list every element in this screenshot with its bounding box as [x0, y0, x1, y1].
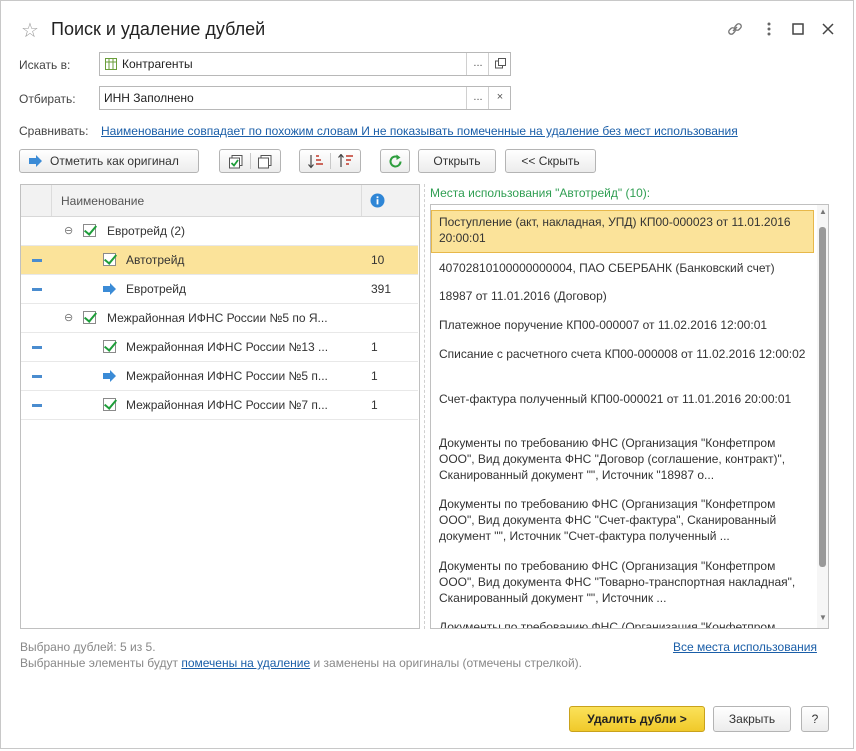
usage-item[interactable]: Счет-фактура полученный КП00-000021 от 1… — [439, 391, 807, 407]
note-text-before: Выбранные элементы будут — [20, 656, 182, 670]
close-icon[interactable] — [822, 23, 834, 35]
link-icon[interactable] — [727, 21, 743, 37]
usage-list: Поступление (акт, накладная, УПД) КП00-0… — [430, 204, 829, 629]
item-name: Межрайонная ИФНС России №7 п... — [126, 398, 328, 412]
duplicate-marker-icon — [32, 375, 42, 378]
check-group — [219, 149, 281, 173]
collapse-icon[interactable]: ⊖ — [64, 224, 73, 237]
sort-asc-icon[interactable] — [308, 154, 324, 169]
usage-count: 391 — [371, 282, 392, 296]
refresh-button[interactable] — [380, 149, 410, 173]
mark-original-label: Отметить как оригинал — [50, 154, 179, 168]
tree-group-row[interactable]: ⊖ Евротрейд (2) — [21, 217, 418, 246]
open-form-icon[interactable] — [488, 53, 511, 75]
footer-note: Выбранные элементы будут помечены на уда… — [20, 656, 582, 670]
duplicate-marker-icon — [32, 259, 42, 262]
collapse-icon[interactable]: ⊖ — [64, 311, 73, 324]
compare-link[interactable]: Наименование совпадает по похожим словам… — [101, 124, 738, 138]
usage-count: 1 — [371, 398, 378, 412]
info-icon[interactable] — [370, 193, 385, 208]
usage-item[interactable]: 40702810100000000004, ПАО СБЕРБАНК (Банк… — [439, 260, 807, 276]
scrollbar-thumb[interactable] — [819, 227, 826, 567]
mark-original-button[interactable]: Отметить как оригинал — [19, 149, 199, 173]
usage-count: 1 — [371, 340, 378, 354]
tree-row-selected[interactable]: Автотрейд 10 — [21, 246, 418, 275]
sort-desc-icon[interactable] — [338, 154, 354, 169]
usage-item[interactable]: Документы по требованию ФНС (Организация… — [439, 496, 807, 544]
star-icon[interactable]: ☆ — [21, 18, 39, 43]
arrow-right-icon — [29, 155, 42, 167]
tree-group-row[interactable]: ⊖ Межрайонная ИФНС России №5 по Я... — [21, 304, 418, 333]
checkbox-checked-icon[interactable] — [103, 398, 116, 411]
pick-button[interactable]: ... — [466, 53, 489, 75]
usage-item[interactable]: Документы по требованию ФНС (Организация… — [439, 619, 807, 628]
group-name: Евротрейд (2) — [107, 224, 186, 238]
search-field[interactable]: Контрагенты ... — [99, 52, 511, 76]
window: ☆ Поиск и удаление дублей Искать в: Конт… — [0, 0, 854, 749]
usage-item[interactable]: Документы по требованию ФНС (Организация… — [439, 435, 807, 483]
usage-count: 10 — [371, 253, 385, 267]
search-value: Контрагенты — [122, 57, 193, 71]
clear-icon[interactable]: × — [488, 87, 511, 109]
checkbox-checked-icon[interactable] — [83, 224, 96, 237]
uncheck-all-icon[interactable] — [258, 155, 272, 169]
scrollbar[interactable]: ▲ ▼ — [817, 205, 828, 628]
item-name: Автотрейд — [126, 253, 185, 267]
duplicate-marker-icon — [32, 288, 42, 291]
tree-row-original[interactable]: Межрайонная ИФНС России №5 п... 1 — [21, 362, 418, 391]
duplicates-tree: Наименование ⊖ Евротрейд (2) Автотрейд 1… — [20, 184, 420, 629]
open-button[interactable]: Открыть — [418, 149, 496, 173]
checkbox-checked-icon[interactable] — [83, 311, 96, 324]
close-button[interactable]: Закрыть — [713, 706, 791, 732]
delete-duplicates-button[interactable]: Удалить дубли > — [569, 706, 705, 732]
usage-item[interactable]: Документы по требованию ФНС (Организация… — [439, 558, 807, 606]
usage-item[interactable]: Платежное поручение КП00-000007 от 11.02… — [439, 317, 807, 333]
maximize-icon[interactable] — [792, 23, 804, 35]
item-name: Межрайонная ИФНС России №13 ... — [126, 340, 329, 354]
filter-field[interactable]: ИНН Заполнено ... × — [99, 86, 511, 110]
check-all-icon[interactable] — [229, 155, 243, 169]
usage-header: Места использования "Автотрейд" (10): — [430, 186, 651, 200]
tree-row-original[interactable]: Евротрейд 391 — [21, 275, 418, 304]
sort-group — [299, 149, 361, 173]
checkbox-checked-icon[interactable] — [103, 340, 116, 353]
tree-row[interactable]: Межрайонная ИФНС России №7 п... 1 — [21, 391, 418, 420]
filter-value: ИНН Заполнено — [104, 91, 194, 105]
splitter[interactable] — [424, 184, 426, 629]
help-button[interactable]: ? — [801, 706, 829, 732]
group-name: Межрайонная ИФНС России №5 по Я... — [107, 311, 328, 325]
refresh-icon — [389, 154, 402, 168]
duplicate-marker-icon — [32, 404, 42, 407]
filter-label: Отбирать: — [19, 92, 76, 106]
checkbox-checked-icon[interactable] — [103, 253, 116, 266]
scroll-up-icon[interactable]: ▲ — [819, 207, 827, 216]
filter-pick-button[interactable]: ... — [466, 87, 489, 109]
note-text-after: и заменены на оригиналы (отмечены стрелк… — [310, 656, 583, 670]
scroll-down-icon[interactable]: ▼ — [819, 613, 827, 622]
duplicate-marker-icon — [32, 346, 42, 349]
table-icon — [105, 58, 117, 70]
hide-button[interactable]: << Скрыть — [505, 149, 596, 173]
marked-for-deletion-link[interactable]: помечены на удаление — [181, 656, 310, 670]
selected-count: Выбрано дублей: 5 из 5. — [20, 640, 156, 654]
column-name[interactable]: Наименование — [61, 194, 144, 208]
tree-row[interactable]: Межрайонная ИФНС России №13 ... 1 — [21, 333, 418, 362]
compare-label: Сравнивать: — [19, 124, 89, 138]
arrow-right-icon — [103, 283, 116, 295]
more-icon[interactable] — [761, 21, 777, 37]
window-title: Поиск и удаление дублей — [51, 19, 266, 39]
item-name: Межрайонная ИФНС России №5 п... — [126, 369, 328, 383]
search-label: Искать в: — [19, 58, 71, 72]
usage-item[interactable]: 18987 от 11.01.2016 (Договор) — [439, 288, 807, 304]
tree-header: Наименование — [21, 185, 419, 217]
usage-count: 1 — [371, 369, 378, 383]
all-usages-link[interactable]: Все места использования — [673, 640, 817, 654]
usage-item[interactable]: Поступление (акт, накладная, УПД) КП00-0… — [439, 214, 807, 246]
usage-item[interactable]: Списание с расчетного счета КП00-000008 … — [439, 346, 807, 362]
arrow-right-icon — [103, 370, 116, 382]
item-name: Евротрейд — [126, 282, 187, 296]
